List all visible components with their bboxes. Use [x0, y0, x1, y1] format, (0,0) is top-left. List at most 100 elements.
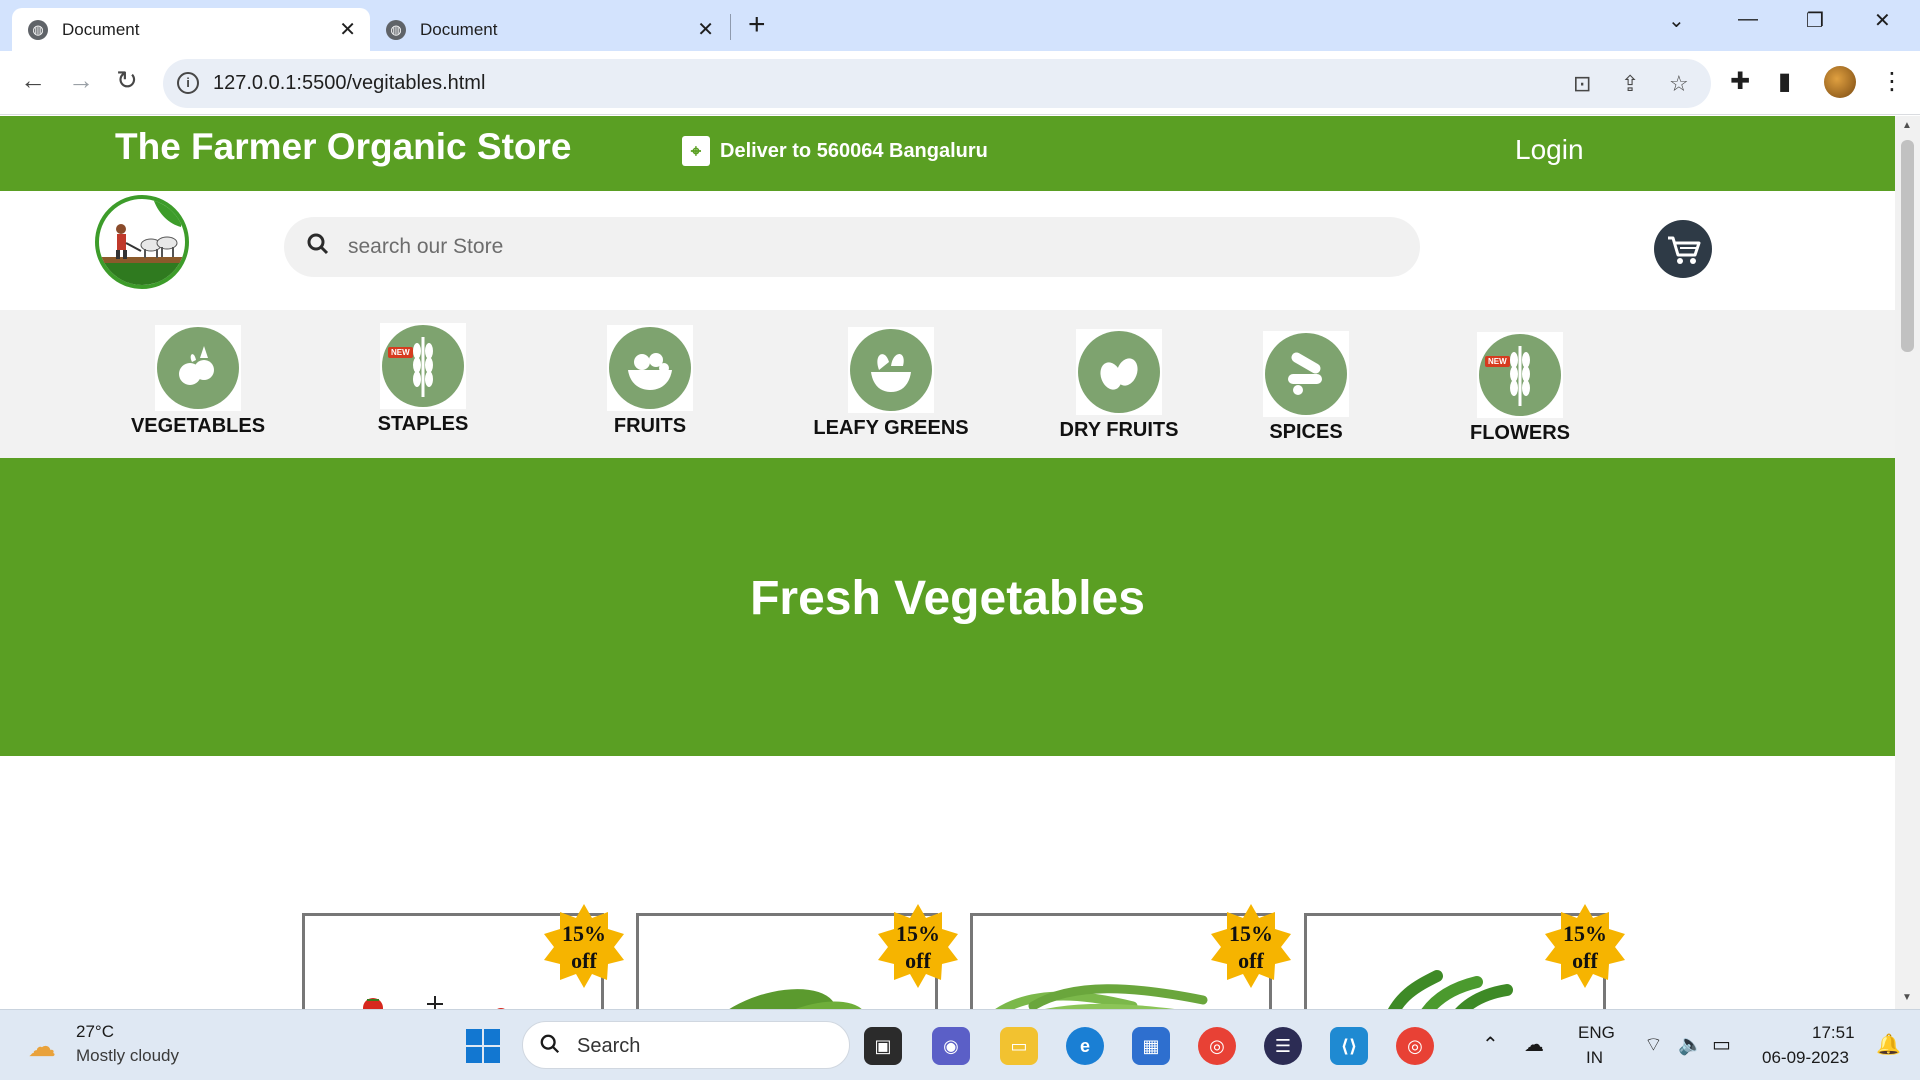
category-label: STAPLES — [377, 413, 469, 435]
minimize-button[interactable]: — — [1738, 8, 1758, 31]
browser-tab-1[interactable]: ◍ Document ✕ — [12, 8, 370, 51]
store-search-bar[interactable] — [284, 217, 1420, 277]
task-view-icon[interactable]: ▣ — [864, 1027, 902, 1065]
scroll-down-arrow-icon[interactable]: ▼ — [1902, 992, 1912, 1003]
wheat-icon — [382, 325, 464, 407]
tab-search-icon[interactable]: ⌄ — [1668, 8, 1685, 33]
search-icon[interactable] — [306, 232, 330, 263]
category-fruits[interactable]: FRUITS — [582, 325, 718, 438]
browser-tabstrip: ◍ Document ✕ ◍ Document ✕ + ⌄ — ❐ ✕ — [0, 0, 1920, 51]
vscode-icon[interactable]: ⟨⟩ — [1330, 1027, 1368, 1065]
file-explorer-icon[interactable]: ▭ — [1000, 1027, 1038, 1065]
windows-start-icon[interactable] — [466, 1029, 500, 1063]
category-label: SPICES — [1269, 421, 1343, 443]
share-icon[interactable]: ⇪ — [1621, 71, 1639, 97]
new-badge: NEW — [388, 347, 413, 358]
cart-button[interactable] — [1654, 220, 1712, 278]
discount-off: off — [571, 948, 597, 973]
discount-off: off — [905, 948, 931, 973]
deliver-text: Deliver to 560064 Bangaluru — [720, 139, 988, 162]
restore-button[interactable]: ❐ — [1806, 8, 1824, 33]
translate-icon[interactable]: ⊡ — [1573, 71, 1591, 97]
category-leafy-greens[interactable]: LEAFY GREENS — [801, 327, 981, 440]
hero-banner: Fresh Vegetables — [0, 458, 1895, 756]
weather-description[interactable]: Mostly cloudy — [76, 1046, 179, 1066]
category-flowers[interactable]: NEW FLOWERS — [1452, 332, 1588, 445]
chrome-icon[interactable]: ◎ — [1198, 1027, 1236, 1065]
forward-button[interactable]: → — [68, 65, 94, 96]
category-vegetables[interactable]: VEGETABLES — [130, 325, 266, 438]
discount-percent: 15% — [1563, 921, 1607, 946]
category-label: LEAFY GREENS — [813, 417, 969, 439]
weather-temperature[interactable]: 27°C — [76, 1022, 114, 1042]
category-label: FRUITS — [613, 415, 687, 437]
notifications-icon[interactable]: 🔔 — [1876, 1032, 1901, 1057]
cart-icon — [1668, 236, 1701, 264]
browser-toolbar: ← → ↻ i 127.0.0.1:5500/vegitables.html ⊡… — [0, 51, 1920, 115]
url-text[interactable]: 127.0.0.1:5500/vegitables.html — [213, 72, 485, 95]
teams-chat-icon[interactable]: ◉ — [932, 1027, 970, 1065]
deliver-location[interactable]: ⌖ Deliver to 560064 Bangaluru — [682, 136, 988, 166]
close-window-button[interactable]: ✕ — [1874, 8, 1891, 33]
nuts-icon — [1078, 331, 1160, 413]
region-indicator[interactable]: IN — [1586, 1048, 1603, 1068]
close-tab-icon[interactable]: ✕ — [339, 17, 356, 42]
scroll-thumb[interactable] — [1901, 140, 1914, 352]
clock-date[interactable]: 06-09-2023 — [1762, 1048, 1849, 1068]
category-dry-fruits[interactable]: DRY FRUITS — [1051, 329, 1187, 442]
reload-button[interactable]: ↻ — [116, 65, 138, 96]
wifi-icon[interactable]: ⌔ — [1644, 1032, 1663, 1057]
cloud-sun-icon[interactable]: ☁ — [28, 1030, 56, 1063]
spices-icon — [1265, 333, 1347, 415]
language-indicator[interactable]: ENG — [1578, 1023, 1615, 1043]
store-topbar: The Farmer Organic Store ⌖ Deliver to 56… — [0, 116, 1895, 191]
side-panel-icon[interactable]: ▮ — [1778, 67, 1791, 96]
category-bar: VEGETABLES NEW STAPLES FRUITS LEAFY GREE… — [0, 310, 1895, 458]
category-label: DRY FRUITS — [1059, 419, 1179, 441]
discount-percent: 15% — [896, 921, 940, 946]
browser-tab-2[interactable]: ◍ Document ✕ — [370, 8, 728, 51]
new-tab-button[interactable]: + — [748, 10, 766, 40]
vegetables-basket-icon — [157, 327, 239, 409]
close-tab-icon[interactable]: ✕ — [697, 17, 714, 42]
store-logo[interactable] — [95, 195, 189, 289]
microsoft-store-icon[interactable]: ▦ — [1132, 1027, 1170, 1065]
scroll-up-arrow-icon[interactable]: ▲ — [1902, 120, 1912, 131]
page-scrollbar[interactable]: ▲ ▼ — [1895, 116, 1920, 1009]
hero-title: Fresh Vegetables — [750, 572, 1145, 625]
clock-time[interactable]: 17:51 — [1812, 1023, 1855, 1043]
show-hidden-icons[interactable]: ⌃ — [1482, 1032, 1499, 1057]
login-link[interactable]: Login — [1515, 134, 1584, 166]
back-button[interactable]: ← — [20, 65, 46, 96]
volume-icon[interactable]: 🔈 — [1678, 1032, 1703, 1057]
tab-title: Document — [420, 19, 498, 39]
site-info-icon[interactable]: i — [177, 72, 199, 94]
globe-icon: ◍ — [386, 19, 406, 40]
address-bar[interactable]: i 127.0.0.1:5500/vegitables.html ⊡ ⇪ ☆ — [163, 59, 1711, 108]
discount-off: off — [1238, 948, 1264, 973]
category-staples[interactable]: NEW STAPLES — [355, 323, 491, 436]
eclipse-icon[interactable]: ☰ — [1264, 1027, 1302, 1065]
taskbar-search[interactable]: Search — [522, 1021, 850, 1069]
new-badge: NEW — [1485, 356, 1510, 367]
browser-menu-icon[interactable]: ⋮ — [1880, 67, 1904, 96]
discount-badge: 15% off — [874, 902, 962, 990]
tab-separator — [730, 14, 731, 40]
edge-icon[interactable]: e — [1066, 1027, 1104, 1065]
profile-avatar[interactable] — [1824, 66, 1856, 98]
extensions-icon[interactable]: ✚ — [1730, 67, 1750, 96]
category-spices[interactable]: SPICES — [1238, 331, 1374, 444]
discount-badge: 15% off — [1207, 902, 1295, 990]
bookmark-star-icon[interactable]: ☆ — [1669, 71, 1689, 97]
chrome-profile-icon[interactable]: ◎ — [1396, 1027, 1434, 1065]
discount-off: off — [1572, 948, 1598, 973]
onedrive-icon[interactable]: ☁ — [1524, 1032, 1544, 1057]
store-brand[interactable]: The Farmer Organic Store — [115, 126, 571, 168]
discount-percent: 15% — [1229, 921, 1273, 946]
fruit-bowl-icon — [609, 327, 691, 409]
battery-icon[interactable]: ▭ — [1712, 1032, 1731, 1057]
globe-icon: ◍ — [28, 19, 48, 40]
search-icon — [539, 1033, 561, 1061]
farmer-plough-logo-icon — [99, 200, 185, 285]
store-search-input[interactable] — [348, 230, 1388, 264]
